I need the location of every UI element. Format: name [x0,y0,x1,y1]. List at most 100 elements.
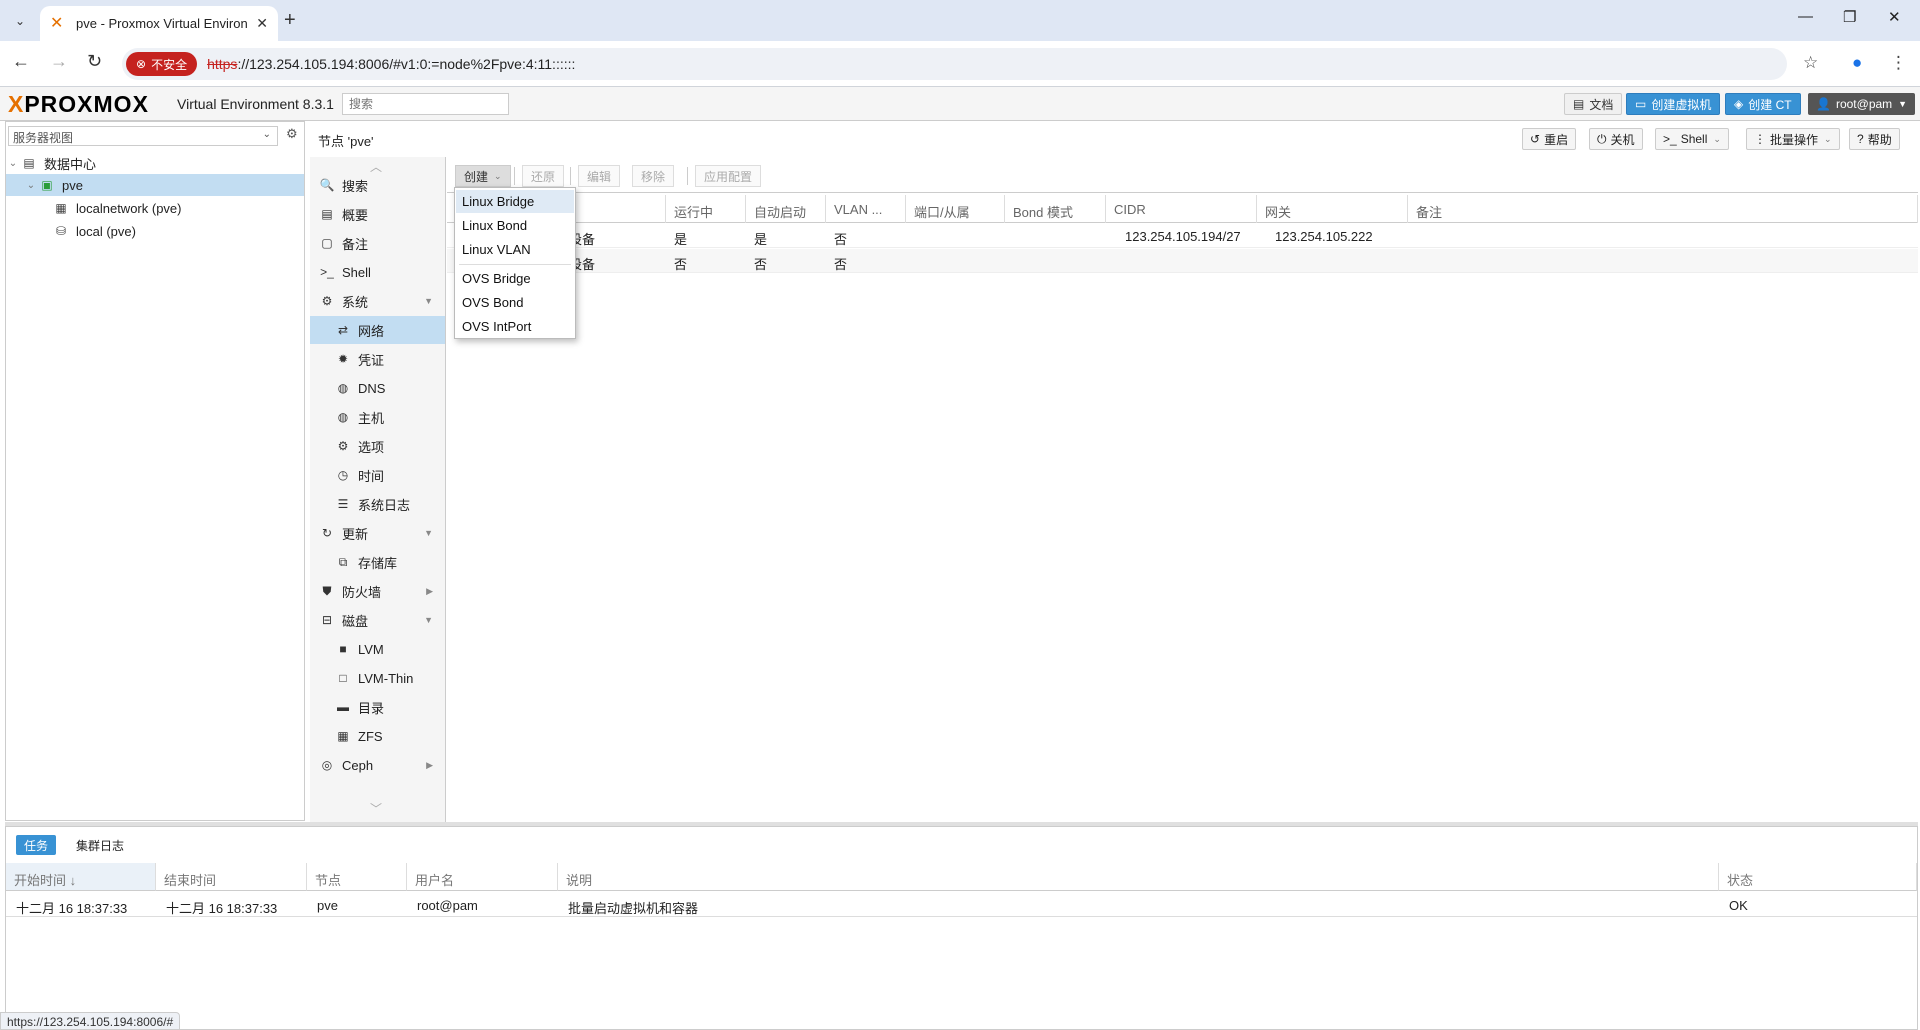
menu-item-13[interactable]: ⧉ 存储库 [310,548,445,576]
remove-button[interactable]: 移除 [632,165,675,187]
create-ct-button[interactable]: ◈ 创建 CT [1725,93,1801,115]
column-header-comment[interactable]: 备注 [1408,195,1918,223]
table-row[interactable]: 网络设备 否 否 否 [447,249,1918,273]
reboot-button[interactable]: ↺ 重启 [1522,128,1577,150]
search-input[interactable] [342,93,509,115]
bulk-label: 批量操作 [1770,132,1819,147]
help-button[interactable]: ? 帮助 [1849,128,1900,150]
new-tab-button[interactable]: + [284,9,296,32]
tree-item-label: local (pve) [76,223,136,239]
menu-item-linux-bond[interactable]: Linux Bond [456,214,574,237]
menu-item-label: 磁盘 [342,613,369,629]
menu-item-1[interactable]: ▤ 概要 [310,200,445,228]
tree-item-local[interactable]: ⛁ local (pve) [6,220,304,242]
column-header-gateway[interactable]: 网关 [1257,195,1408,223]
column-header-description[interactable]: 说明 [558,863,1719,891]
menu-item-ovs-intport[interactable]: OVS IntPort [456,315,574,338]
task-row[interactable] [6,891,1917,917]
reload-icon[interactable]: ↻ [87,51,102,72]
menu-item-17[interactable]: □ LVM-Thin [310,664,445,692]
shutdown-button[interactable]: ⏻ 关机 [1589,128,1643,150]
menu-item-10[interactable]: ◷ 时间 [310,461,445,489]
menu-item-14[interactable]: ⛊ 防火墙 ▶ [310,577,445,605]
menu-item-12[interactable]: ↻ 更新 ▼ [310,519,445,547]
collapse-icon[interactable]: ⌄ [6,158,20,169]
menu-item-19[interactable]: ▦ ZFS [310,722,445,750]
create-vm-button[interactable]: ▭ 创建虚拟机 [1626,93,1721,115]
tree-item-datacenter[interactable]: ⌄ ▤ 数据中心 [6,152,304,174]
expand-icon[interactable]: ▶ [426,586,433,597]
menu-item-7[interactable]: ◍ DNS [310,374,445,402]
column-header-vlan[interactable]: VLAN ... [826,195,906,223]
column-header-cidr[interactable]: CIDR [1106,195,1257,223]
menu-item-ovs-bond[interactable]: OVS Bond [456,291,574,314]
menu-item-8[interactable]: ◍ 主机 [310,403,445,431]
column-header-active[interactable]: 运行中 [666,195,746,223]
menu-item-6[interactable]: ✹ 凭证 [310,345,445,373]
menu-item-3[interactable]: >_ Shell [310,258,445,286]
column-header-end-time[interactable]: 结束时间 [156,863,307,891]
revert-button[interactable]: 还原 [522,165,565,187]
shield-icon: ⛊ [322,583,332,598]
tab-title: pve - Proxmox Virtual Environment [76,16,248,31]
tab-search-button[interactable]: ⌄ [8,9,32,33]
tab-cluster-log[interactable]: 集群日志 [68,835,132,855]
docs-button[interactable]: ▤ 文档 [1564,93,1623,115]
insecure-badge[interactable]: ⊗ 不安全 [126,52,198,76]
menu-item-2[interactable]: ▢ 备注 [310,229,445,257]
browser-menu-icon[interactable]: ⋮ [1890,53,1907,73]
apply-config-button[interactable]: 应用配置 [695,165,762,187]
collapse-icon[interactable]: ▼ [424,528,433,538]
minimize-icon[interactable]: — [1798,8,1813,25]
table-row[interactable]: 网络设备 是 是 否 123.254.105.194/27 123.254.10… [447,224,1918,248]
url-omnibox[interactable]: ⊗ 不安全 https://123.254.105.194:8006/#v1:0… [122,48,1787,80]
menu-item-16[interactable]: ■ LVM [310,635,445,663]
menu-item-4[interactable]: ⚙ 系统 ▼ [310,287,445,315]
menu-item-label: ZFS [358,728,383,744]
collapse-icon[interactable]: ▼ [424,615,433,625]
shell-button[interactable]: >_ Shell ⌄ [1655,128,1729,150]
menu-item-11[interactable]: ☰ 系统日志 [310,490,445,518]
browser-tab[interactable]: ✕ pve - Proxmox Virtual Environment ✕ [40,6,278,41]
collapse-icon[interactable]: ▼ [424,296,433,306]
close-tab-icon[interactable]: ✕ [256,15,268,32]
view-select[interactable]: 服务器视图 ⌄ [8,126,278,146]
power-icon: ⏻ [1597,131,1607,146]
bulk-actions-button[interactable]: ⋮ 批量操作 ⌄ [1746,128,1840,150]
column-header-start-time[interactable]: 开始时间 ↓ [6,863,156,891]
column-header-node[interactable]: 节点 [307,863,407,891]
column-header-status[interactable]: 状态 [1719,863,1917,891]
back-icon[interactable]: ← [12,51,30,72]
create-button[interactable]: 创建 ⌄ [455,165,511,187]
user-menu-button[interactable]: 👤 root@pam ▼ [1808,93,1916,115]
menu-item-9[interactable]: ⚙ 选项 [310,432,445,460]
url-text[interactable]: https://123.254.105.194:8006/#v1:0:=node… [207,56,575,72]
column-header-user[interactable]: 用户名 [407,863,558,891]
window-close-icon[interactable]: ✕ [1888,8,1901,26]
menu-item-18[interactable]: ▬ 目录 [310,693,445,721]
scroll-down-icon[interactable]: ﹀ [370,800,382,817]
column-header-bond-mode[interactable]: Bond 模式 [1005,195,1106,223]
expand-icon[interactable]: ▶ [426,760,433,771]
forward-icon[interactable]: → [50,51,68,72]
collapse-icon[interactable]: ⌄ [24,180,38,191]
menu-item-linux-bridge[interactable]: Linux Bridge [456,190,574,213]
edit-button[interactable]: 编辑 [578,165,621,187]
tree-item-pve[interactable]: ⌄ ▣ pve [6,174,304,196]
tab-tasks[interactable]: 任务 [16,835,57,855]
restore-icon[interactable]: ❐ [1843,8,1856,26]
bookmark-star-icon[interactable]: ☆ [1803,53,1818,73]
menu-item-0[interactable]: 🔍 搜索 [310,171,445,199]
profile-icon[interactable]: ● [1852,53,1862,73]
menu-item-20[interactable]: ◎ Ceph ▶ [310,751,445,779]
tree-item-localnetwork[interactable]: ▦ localnetwork (pve) [6,197,304,219]
column-header-autostart[interactable]: 自动启动 [746,195,826,223]
ellipsis-v-icon: ⋮ [1754,132,1766,146]
menu-item-15[interactable]: ⊟ 磁盘 ▼ [310,606,445,634]
gear-icon[interactable]: ⚙ [286,126,298,142]
menu-item-5[interactable]: ⇄ 网络 [310,316,445,344]
menu-item-ovs-bridge[interactable]: OVS Bridge [456,267,574,290]
cell-cidr [1117,249,1133,273]
menu-item-linux-vlan[interactable]: Linux VLAN [456,238,574,261]
column-header-ports[interactable]: 端口/从属 [906,195,1005,223]
